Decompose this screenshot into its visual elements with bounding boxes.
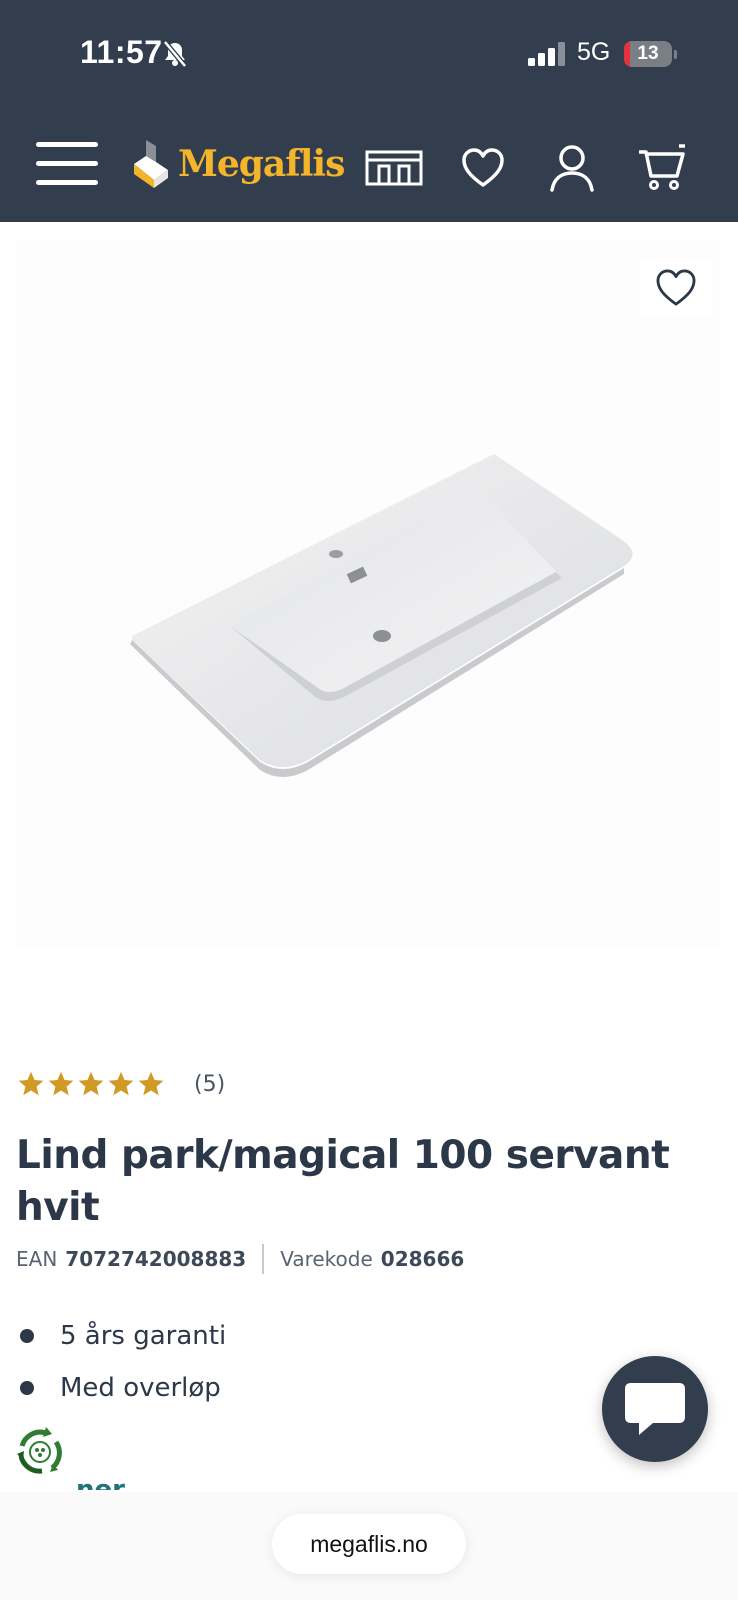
product-title: Lind park/magical 100 servant hvit [16, 1133, 670, 1230]
star-icon [108, 1071, 134, 1096]
megaflis-logo[interactable]: Megaflis [132, 140, 345, 188]
star-icon [78, 1071, 104, 1096]
product-codes: EAN 7072742008883 Varekode 028666 [16, 1244, 464, 1274]
star-icon [18, 1071, 44, 1096]
chat-button[interactable] [602, 1356, 708, 1462]
read-more-link[interactable]: ner [76, 1468, 125, 1490]
menu-icon-bar [36, 180, 98, 185]
cart-icon [639, 144, 685, 190]
feature-text: 5 års garanti [60, 1321, 227, 1351]
divider [262, 1244, 265, 1274]
heart-icon [462, 148, 504, 187]
logo-text: Megaflis [178, 143, 345, 185]
menu-icon-bar [36, 161, 98, 166]
account-button[interactable] [542, 140, 602, 196]
bell-slash-icon [163, 40, 187, 68]
sku-value: 028666 [380, 1247, 465, 1271]
store-icon [365, 150, 423, 186]
product-rating[interactable]: (5) [16, 1070, 225, 1098]
sku-label: Varekode [280, 1247, 373, 1271]
star-icon [138, 1071, 164, 1096]
site-header: 11:57 5G 13 Megaflis [0, 0, 738, 222]
feature-text: Med overløp [60, 1373, 221, 1403]
battery-icon: 13 [624, 41, 672, 67]
ean-label: EAN [16, 1247, 58, 1271]
ean-value: 7072742008883 [65, 1247, 247, 1271]
menu-icon-bar [36, 142, 98, 147]
network-type: 5G [577, 38, 611, 66]
battery-tip [674, 50, 677, 59]
star-icon [48, 1071, 74, 1096]
feature-item: Med overløp [16, 1362, 226, 1414]
rating-stars [16, 1070, 166, 1098]
bullet-icon [20, 1381, 34, 1395]
signal-icon [528, 42, 565, 66]
recycle-icon [16, 1427, 64, 1476]
product-image[interactable] [16, 240, 720, 950]
heart-icon [656, 269, 696, 306]
product-wishlist-button[interactable] [640, 258, 712, 318]
feature-item: 5 års garanti [16, 1310, 226, 1362]
user-icon [550, 145, 594, 192]
menu-button[interactable] [36, 142, 100, 190]
status-time: 11:57 [80, 34, 163, 70]
washbasin-image [130, 454, 633, 777]
logo-mark-icon [134, 140, 168, 188]
store-button[interactable] [364, 140, 424, 196]
rating-count: (5) [194, 1071, 226, 1097]
feature-list: 5 års garanti Med overløp [16, 1310, 226, 1414]
battery-percent: 13 [637, 43, 659, 64]
wishlist-button[interactable] [453, 140, 513, 196]
chat-bubble-icon [625, 1383, 685, 1435]
url-bar[interactable]: megaflis.no [272, 1514, 466, 1574]
bullet-icon [20, 1329, 34, 1343]
recycle-badge[interactable] [12, 1424, 68, 1480]
cart-button[interactable] [632, 140, 692, 196]
